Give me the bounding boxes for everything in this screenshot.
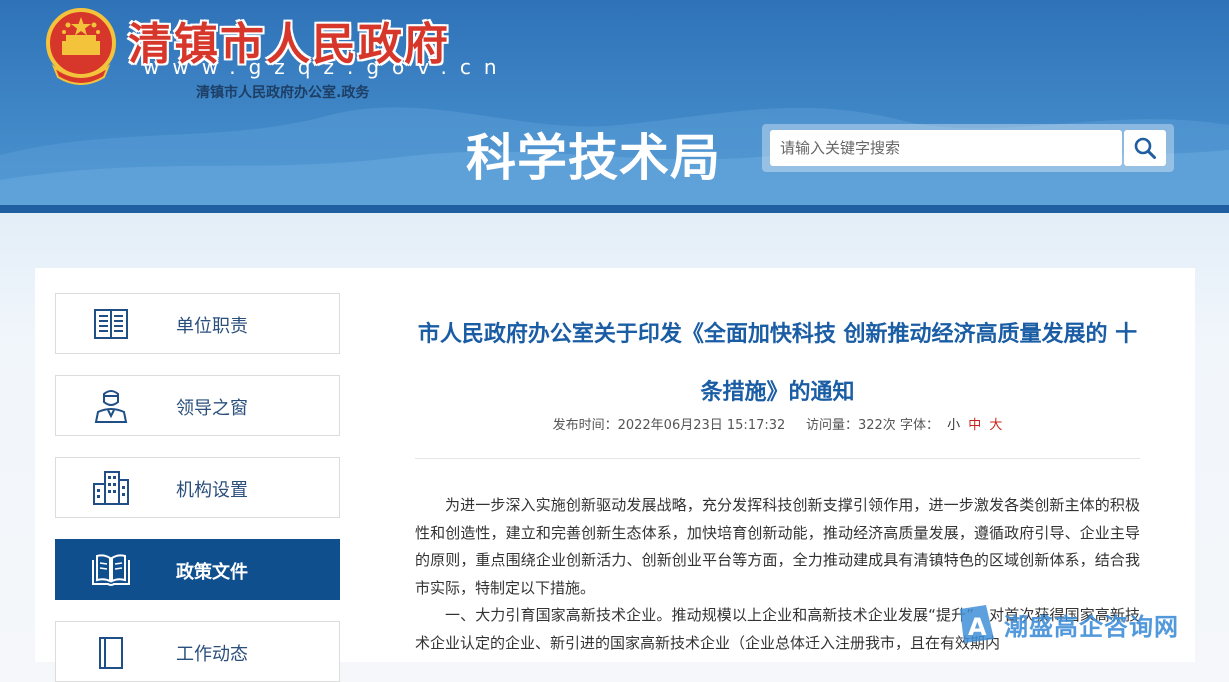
sidebar-item-policy-documents[interactable]: 政策文件	[55, 539, 340, 600]
department-title: 科学技术局	[466, 129, 721, 187]
sidebar-item-label: 机构设置	[176, 480, 248, 501]
header-band	[0, 205, 1229, 213]
article-meta: 发布时间：2022年06月23日 15:17:32 访问量：322次 字体： 小…	[415, 414, 1140, 433]
search-icon	[1134, 137, 1156, 159]
watermark-text: 潮盛高企咨询网	[1004, 611, 1179, 641]
font-size-large[interactable]: 大	[989, 418, 1002, 433]
sidebar-item-label: 领导之窗	[176, 398, 248, 419]
sidebar-item-label: 政策文件	[176, 562, 248, 583]
sidebar-item-responsibilities[interactable]: 单位职责	[55, 293, 340, 354]
search-input[interactable]	[770, 130, 1122, 166]
notebook-icon	[99, 637, 123, 669]
font-size-medium[interactable]: 中	[968, 418, 981, 433]
search-bar	[762, 124, 1174, 172]
font-size-label: 字体：	[899, 418, 939, 433]
publish-time: 2022年06月23日 15:17:32	[617, 418, 786, 433]
open-book-icon	[92, 554, 130, 586]
article-title: 市人民政府办公室关于印发《全面加快科技 创新推动经济高质量发展的 十条措施》的通…	[417, 322, 1138, 405]
font-size-small[interactable]: 小	[947, 418, 960, 433]
watermark-logo-icon: A	[960, 605, 994, 643]
national-emblem-icon	[46, 8, 116, 85]
sidebar-item-organization[interactable]: 机构设置	[55, 457, 340, 518]
sidebar-item-leaders[interactable]: 领导之窗	[55, 375, 340, 436]
site-header: 清镇市人民政府 www.gzqz.gov.cn 清镇市人民政府办公室.政务 科学…	[0, 0, 1229, 205]
watermark-badge: A	[968, 613, 987, 641]
building-icon	[93, 471, 129, 505]
publish-time-label: 发布时间：	[552, 418, 618, 433]
article-paragraph: 为进一步深入实施创新驱动发展战略，充分发挥科技创新支撑引领作用，进一步激发各类创…	[415, 496, 1140, 597]
person-icon	[94, 390, 128, 423]
watermark: A 潮盛高企咨询网	[956, 603, 1179, 645]
document-list-icon	[94, 309, 128, 339]
site-subtitle: 清镇市人民政府办公室.政务	[196, 85, 370, 101]
site-url: www.gzqz.gov.cn	[143, 55, 510, 79]
views-label: 访问量：	[805, 418, 858, 433]
search-button[interactable]	[1124, 130, 1166, 166]
sidebar-item-work-news[interactable]: 工作动态	[55, 621, 340, 682]
view-count: 322次	[857, 418, 896, 433]
sidebar-item-label: 工作动态	[176, 644, 248, 665]
sidebar-item-label: 单位职责	[176, 316, 248, 337]
divider	[415, 458, 1140, 459]
